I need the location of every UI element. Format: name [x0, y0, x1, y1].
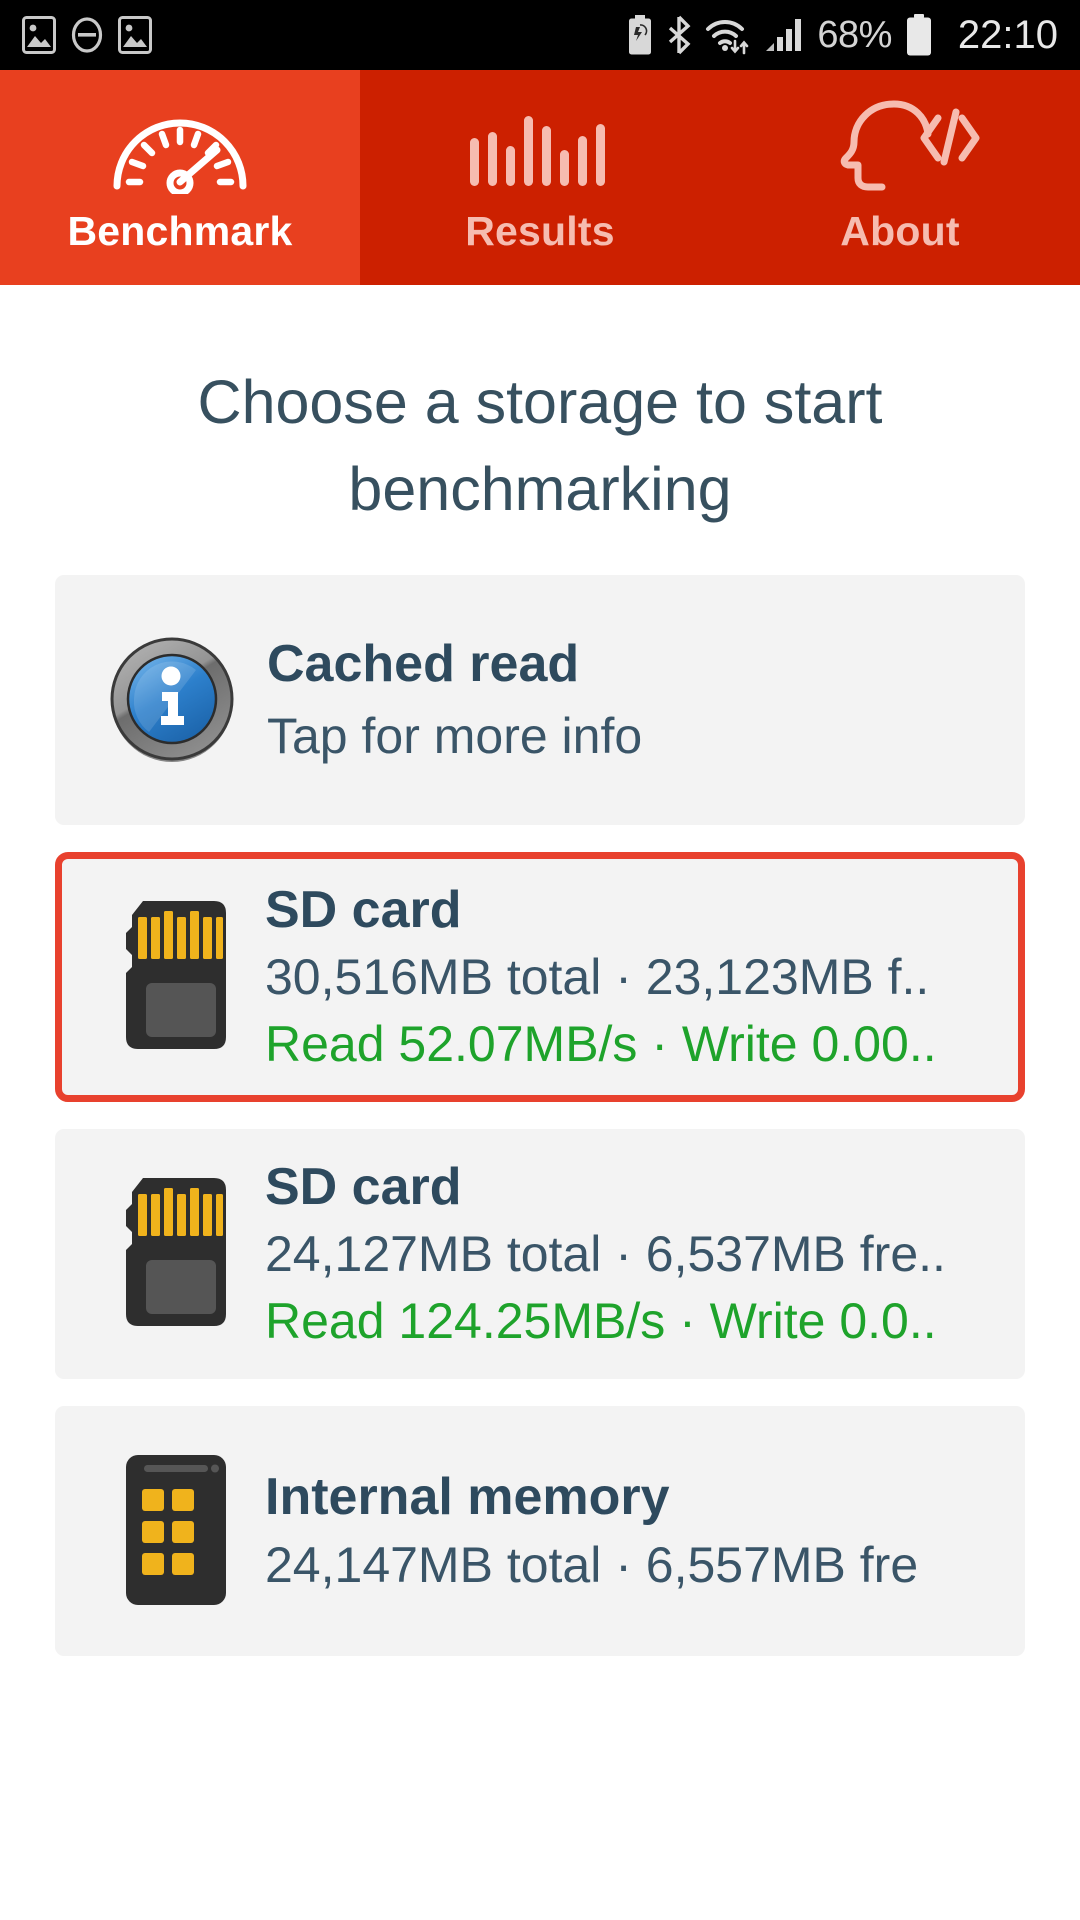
list-item-subtitle: 24,127MB total · 6,537MB fre..	[265, 1226, 946, 1283]
status-bar-left-icons	[22, 16, 152, 54]
bluetooth-icon	[669, 15, 691, 55]
do-not-disturb-icon	[71, 17, 103, 53]
speedometer-icon	[105, 98, 255, 194]
list-item-subtitle: 30,516MB total · 23,123MB f..	[265, 949, 930, 1006]
list-item-body: Internal memory 24,147MB total · 6,557MB…	[261, 1467, 995, 1594]
cellular-signal-icon	[766, 19, 802, 51]
tab-results-label: Results	[465, 208, 615, 254]
list-item-body: SD card 30,516MB total · 23,123MB f.. Re…	[261, 880, 995, 1074]
sd-card-icon	[83, 1174, 261, 1334]
clock-label: 22:10	[957, 13, 1058, 57]
list-item-title: Cached read	[267, 635, 580, 694]
storage-list: Cached read Tap for more info SD card 30…	[0, 575, 1080, 1920]
list-item-title: SD card	[265, 1157, 462, 1216]
list-item[interactable]: SD card 24,127MB total · 6,537MB fre.. R…	[55, 1129, 1025, 1379]
page-title: Choose a storage to start benchmarking	[197, 368, 883, 523]
list-item-subtitle: 24,147MB total · 6,557MB fre	[265, 1536, 919, 1593]
tab-about[interactable]: About	[720, 70, 1080, 285]
image-icon	[118, 16, 152, 54]
head-code-icon	[820, 98, 980, 194]
tab-benchmark-label: Benchmark	[67, 208, 293, 254]
image-icon	[22, 16, 56, 54]
wifi-icon	[706, 19, 749, 55]
list-item-subtitle: Tap for more info	[267, 707, 643, 764]
list-item-speed: Read 124.25MB/s · Write 0.0..	[265, 1293, 937, 1350]
tab-bar: Benchmark Results About	[0, 70, 1080, 285]
list-item[interactable]: Internal memory 24,147MB total · 6,557MB…	[55, 1406, 1025, 1656]
list-item-speed: Read 52.07MB/s · Write 0.00..	[265, 1016, 937, 1073]
info-icon	[83, 632, 261, 768]
status-bar: 68% 22:10	[0, 0, 1080, 70]
list-item[interactable]: Cached read Tap for more info	[55, 575, 1025, 825]
list-item-body: SD card 24,127MB total · 6,537MB fre.. R…	[261, 1157, 995, 1351]
list-item-title: SD card	[265, 880, 462, 939]
battery-percent-label: 68%	[817, 14, 892, 56]
bar-chart-icon	[466, 98, 614, 194]
list-item-title: Internal memory	[265, 1468, 670, 1527]
list-item-selected[interactable]: SD card 30,516MB total · 23,123MB f.. Re…	[55, 852, 1025, 1102]
list-item-body: Cached read Tap for more info	[261, 634, 995, 765]
battery-icon	[906, 14, 931, 56]
tab-about-label: About	[840, 208, 960, 254]
status-bar-right-icons: 68% 22:10	[627, 14, 1058, 56]
tab-results[interactable]: Results	[360, 70, 720, 285]
tab-benchmark[interactable]: Benchmark	[0, 70, 360, 285]
battery-saver-icon	[629, 15, 652, 55]
sd-card-icon	[83, 897, 261, 1057]
internal-memory-icon	[83, 1451, 261, 1611]
